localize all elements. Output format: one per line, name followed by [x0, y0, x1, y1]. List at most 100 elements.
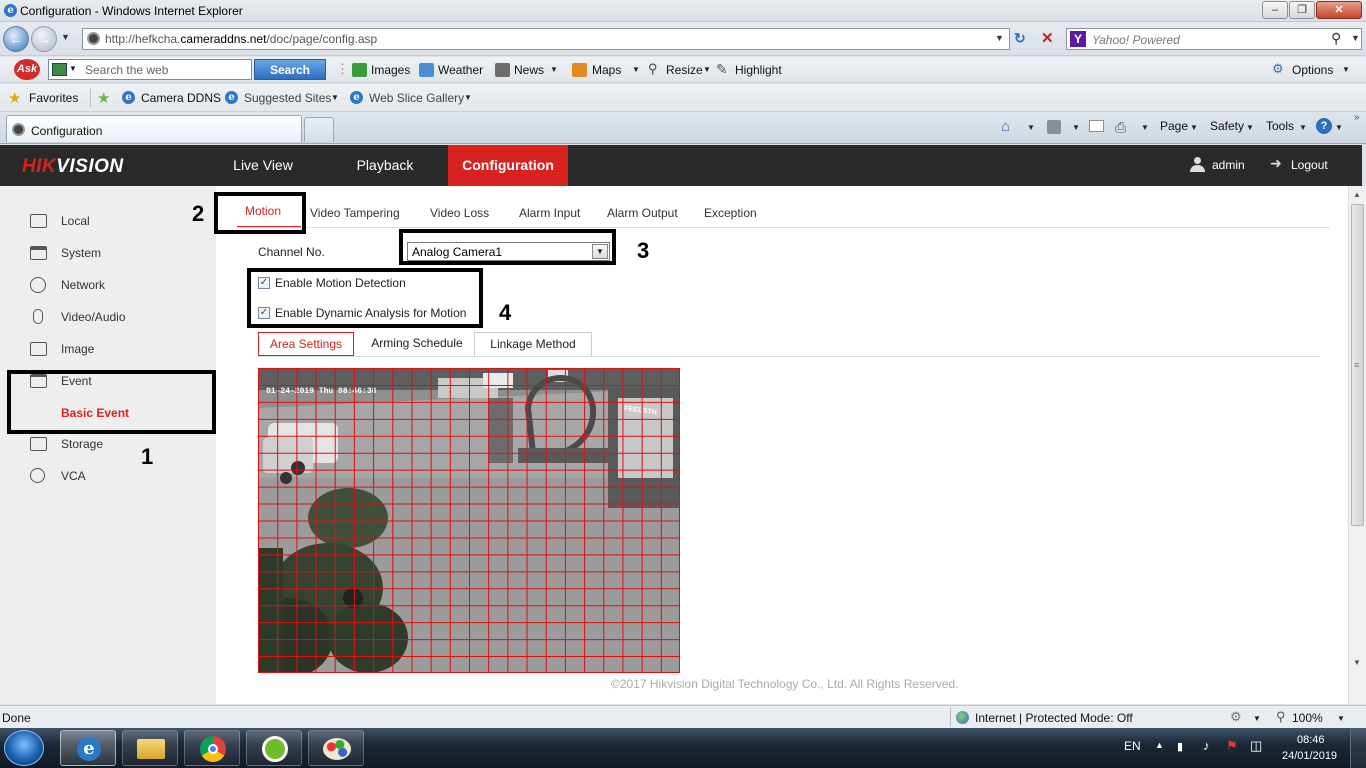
tab-video-tampering[interactable]: Video Tampering: [310, 206, 400, 220]
back-button[interactable]: ←: [3, 26, 29, 52]
web-slice-dropdown-icon[interactable]: ▼: [464, 93, 472, 102]
ask-resize-link[interactable]: Resize: [666, 63, 703, 77]
tab-video-loss[interactable]: Video Loss: [430, 206, 489, 220]
battery-icon[interactable]: ◫: [1250, 738, 1262, 754]
sidebar-item-network[interactable]: Network: [30, 274, 210, 296]
sidebar-item-image[interactable]: Image: [30, 338, 210, 360]
taskbar-paint[interactable]: [308, 730, 364, 766]
ask-options-link[interactable]: Options: [1292, 63, 1333, 77]
nav-configuration[interactable]: Configuration: [448, 145, 568, 186]
ask-search-button[interactable]: Search: [254, 59, 326, 80]
scroll-up-icon[interactable]: ▲: [1353, 190, 1361, 199]
taskbar-chrome[interactable]: [184, 730, 240, 766]
start-button[interactable]: [4, 730, 44, 766]
mail-icon[interactable]: [1089, 120, 1104, 132]
stop-icon[interactable]: ✕: [1041, 29, 1054, 47]
ask-search-input[interactable]: ▼ Search the web: [48, 59, 252, 80]
search-dropdown-icon[interactable]: ▼: [1351, 33, 1360, 43]
zone-dropdown-icon[interactable]: ▼: [1253, 714, 1261, 723]
search-icon[interactable]: ⚲: [1331, 30, 1341, 47]
refresh-icon[interactable]: ↻: [1014, 30, 1026, 47]
tab-alarm-output[interactable]: Alarm Output: [607, 206, 678, 220]
tab-area-settings[interactable]: Area Settings: [258, 332, 354, 356]
close-window-button[interactable]: ✕: [1316, 1, 1362, 19]
security-zone[interactable]: Internet | Protected Mode: Off: [975, 711, 1133, 725]
page-menu[interactable]: Page: [1160, 119, 1188, 133]
action-center-flag-icon[interactable]: ⚑: [1226, 738, 1238, 754]
address-dropdown-icon[interactable]: ▼: [995, 33, 1004, 43]
logout-link[interactable]: Logout: [1291, 158, 1328, 172]
page-scrollbar[interactable]: ▲ ≡ ▼: [1348, 186, 1366, 704]
tools-dropdown-icon[interactable]: ▼: [1299, 123, 1307, 132]
zone-settings-icon[interactable]: ⚙: [1230, 709, 1242, 725]
home-dropdown-icon[interactable]: ▼: [1027, 123, 1035, 132]
favorites-button[interactable]: Favorites: [29, 91, 78, 105]
print-dropdown-icon[interactable]: ▼: [1141, 123, 1149, 132]
clock-time[interactable]: 08:46: [1297, 734, 1325, 746]
motion-detection-grid[interactable]: [258, 368, 680, 673]
ask-highlight-link[interactable]: Highlight: [735, 63, 782, 77]
minimize-button[interactable]: –: [1262, 1, 1288, 19]
tray-expand-icon[interactable]: ▲: [1155, 740, 1164, 750]
add-favorite-icon[interactable]: ★: [97, 89, 110, 107]
restore-button[interactable]: ❐: [1289, 1, 1315, 19]
ask-maps-link[interactable]: Maps: [592, 63, 621, 77]
zoom-dropdown-icon[interactable]: ▼: [1337, 714, 1345, 723]
home-icon[interactable]: ⌂: [1001, 118, 1010, 135]
help-icon[interactable]: ?: [1316, 118, 1332, 134]
tab-configuration[interactable]: Configuration: [6, 115, 302, 142]
sidebar-item-local[interactable]: Local: [30, 210, 210, 232]
fav-suggested-sites[interactable]: Suggested Sites: [244, 91, 331, 105]
maps-dropdown-icon[interactable]: ▼: [632, 65, 640, 74]
zoom-level[interactable]: 100%: [1292, 711, 1323, 725]
camera-preview[interactable]: 01-24-2019 Thu 08:46:38 FEEDSTH: [258, 368, 680, 673]
feeds-dropdown-icon[interactable]: ▼: [1072, 123, 1080, 132]
taskbar-app-green[interactable]: [246, 730, 302, 766]
ask-weather-link[interactable]: Weather: [438, 63, 483, 77]
suggested-dropdown-icon[interactable]: ▼: [331, 93, 339, 102]
help-dropdown-icon[interactable]: ▼: [1335, 123, 1343, 132]
print-icon[interactable]: ⎙: [1115, 119, 1126, 136]
nav-playback[interactable]: Playback: [340, 145, 430, 186]
safety-dropdown-icon[interactable]: ▼: [1246, 123, 1254, 132]
options-dropdown-icon[interactable]: ▼: [1342, 65, 1350, 74]
safety-menu[interactable]: Safety: [1210, 119, 1244, 133]
tab-linkage-method[interactable]: Linkage Method: [474, 332, 592, 356]
feeds-icon[interactable]: [1047, 120, 1061, 134]
tab-arming-schedule[interactable]: Arming Schedule: [362, 332, 472, 356]
scroll-down-icon[interactable]: ▼: [1353, 658, 1361, 667]
search-provider-input[interactable]: Y Yahoo! Powered ⚲ ▼: [1066, 28, 1362, 50]
paint-palette-icon: [323, 738, 351, 760]
signal-icon[interactable]: ▮: [1177, 740, 1183, 753]
chevron-more-icon[interactable]: »: [1354, 112, 1360, 123]
fav-camera-ddns[interactable]: Camera DDNS: [141, 91, 221, 105]
volume-icon[interactable]: ♪: [1203, 738, 1210, 753]
forward-button[interactable]: →: [31, 26, 57, 52]
sidebar-item-vca[interactable]: VCA: [30, 465, 210, 487]
taskbar-internet-explorer[interactable]: e: [60, 730, 116, 766]
language-indicator[interactable]: EN: [1124, 739, 1141, 753]
sidebar-item-system[interactable]: System: [30, 242, 210, 264]
ask-logo-icon[interactable]: Ask: [14, 59, 40, 80]
page-dropdown-icon[interactable]: ▼: [1190, 123, 1198, 132]
fav-web-slice-gallery[interactable]: Web Slice Gallery: [369, 91, 464, 105]
logout-icon: ➜: [1270, 155, 1282, 171]
ask-images-link[interactable]: Images: [371, 63, 410, 77]
show-desktop-button[interactable]: [1350, 728, 1366, 768]
sidebar-item-video-audio[interactable]: Video/Audio: [30, 306, 210, 328]
username[interactable]: admin: [1212, 158, 1245, 172]
clock-date[interactable]: 24/01/2019: [1282, 750, 1337, 762]
tab-exception[interactable]: Exception: [704, 206, 757, 220]
address-input[interactable]: http://hefkcha.cameraddns.net/doc/page/c…: [82, 28, 1010, 50]
news-dropdown-icon[interactable]: ▼: [550, 65, 558, 74]
nav-live-view[interactable]: Live View: [218, 145, 308, 186]
ask-news-link[interactable]: News: [514, 63, 544, 77]
tab-alarm-input[interactable]: Alarm Input: [519, 206, 580, 220]
history-dropdown-icon[interactable]: ▼: [61, 32, 70, 42]
ask-engine-dropdown-icon[interactable]: ▼: [69, 64, 77, 73]
tools-menu[interactable]: Tools: [1266, 119, 1294, 133]
taskbar-explorer[interactable]: [122, 730, 178, 766]
sidebar-item-storage[interactable]: Storage: [30, 433, 210, 455]
resize-dropdown-icon[interactable]: ▼: [703, 65, 711, 74]
new-tab-button[interactable]: [304, 117, 334, 142]
